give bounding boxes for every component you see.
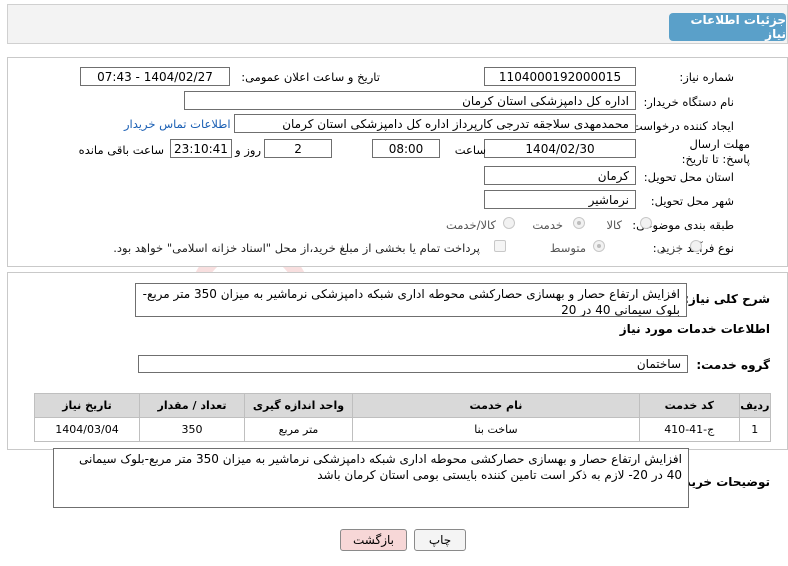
services-table-header: ردیف کد خدمت نام خدمت واحد اندازه گیری ت… [34, 393, 772, 418]
category-radio-goods[interactable] [640, 217, 652, 229]
days-field: 2 [264, 139, 332, 158]
province-label: استان محل تحویل: [643, 170, 734, 184]
page-title: جزئیات اطلاعات نیاز [669, 13, 786, 41]
service-group-field: ساختمان [138, 355, 688, 373]
buyer-org-field: اداره کل دامپزشکی استان کرمان [184, 91, 636, 110]
back-button[interactable]: بازگشت [340, 529, 407, 551]
cell-name: ساخت بنا [352, 417, 640, 442]
category-option-service: خدمت [532, 218, 563, 232]
deadline-label: مهلت ارسال پاسخ: تا تاریخ: [660, 137, 750, 167]
category-radio-service[interactable] [573, 217, 585, 229]
creator-field: محمدمهدی سلاجقه تدرجی کارپرداز اداره کل … [234, 114, 636, 133]
process-option-medium: متوسط [549, 241, 586, 255]
col-code: کد خدمت [638, 393, 740, 418]
col-qty: تعداد / مقدار [139, 393, 245, 418]
deadline-date-field: 1404/02/30 [484, 139, 636, 158]
announce-field: 1404/02/27 - 07:43 [80, 67, 230, 86]
col-name: نام خدمت [352, 393, 640, 418]
cell-row: 1 [738, 417, 772, 442]
cell-code: ج-41-410 [638, 417, 740, 442]
contact-buyer-link[interactable]: اطلاعات تماس خریدار [124, 117, 231, 131]
cell-unit: متر مربع [243, 417, 354, 442]
treasury-payment-checkbox[interactable] [494, 240, 506, 252]
process-option-minor: جزیی [656, 241, 683, 255]
province-field: کرمان [484, 166, 636, 185]
category-radio-goods-service[interactable] [503, 217, 515, 229]
remaining-label: ساعت باقی مانده [78, 143, 164, 157]
services-table: ردیف کد خدمت نام خدمت واحد اندازه گیری ت… [34, 393, 772, 442]
deadline-label-text: مهلت ارسال پاسخ: تا تاریخ: [681, 137, 750, 166]
cell-qty: 350 [139, 417, 245, 442]
col-date: تاریخ نیاز [34, 393, 140, 418]
cell-date: 1404/03/04 [34, 417, 140, 442]
need-number-field: 1104000192000015 [484, 67, 636, 86]
process-radio-medium[interactable] [593, 240, 605, 252]
creator-label: ایجاد کننده درخواست: [628, 119, 734, 133]
category-option-goods-service: کالا/خدمت [445, 218, 496, 232]
service-group-label: گروه خدمت: [696, 358, 770, 372]
city-label: شهر محل تحویل: [650, 194, 734, 208]
category-option-goods: کالا [606, 218, 622, 232]
table-row: 1 ج-41-410 ساخت بنا متر مربع 350 1404/03… [34, 417, 772, 442]
description-field: افزایش ارتفاع حصار و بهسازی حصارکشی محوط… [135, 283, 687, 317]
announce-label: تاریخ و ساعت اعلان عمومی: [241, 70, 380, 84]
payment-note: پرداخت تمام یا بخشی از مبلغ خرید،از محل … [113, 241, 480, 255]
buyer-org-label: نام دستگاه خریدار: [643, 95, 734, 109]
services-title: اطلاعات خدمات مورد نیاز [619, 322, 770, 336]
days-label: روز و [235, 143, 261, 157]
print-button[interactable]: چاپ [414, 529, 466, 551]
description-label: شرح کلی نیاز: [684, 292, 770, 306]
col-row: ردیف [738, 393, 772, 418]
remaining-time-field: 23:10:41 [170, 139, 232, 158]
hour-label: ساعت [454, 143, 486, 157]
need-number-label: شماره نیاز: [679, 70, 734, 84]
city-field: نرماشیر [484, 190, 636, 209]
buyer-notes-field: افزایش ارتفاع حصار و بهسازی حصارکشی محوط… [53, 448, 689, 508]
deadline-hour-field: 08:00 [372, 139, 440, 158]
process-radio-minor[interactable] [690, 240, 702, 252]
col-unit: واحد اندازه گیری [243, 393, 354, 418]
header-bar: جزئیات اطلاعات نیاز [7, 4, 788, 44]
